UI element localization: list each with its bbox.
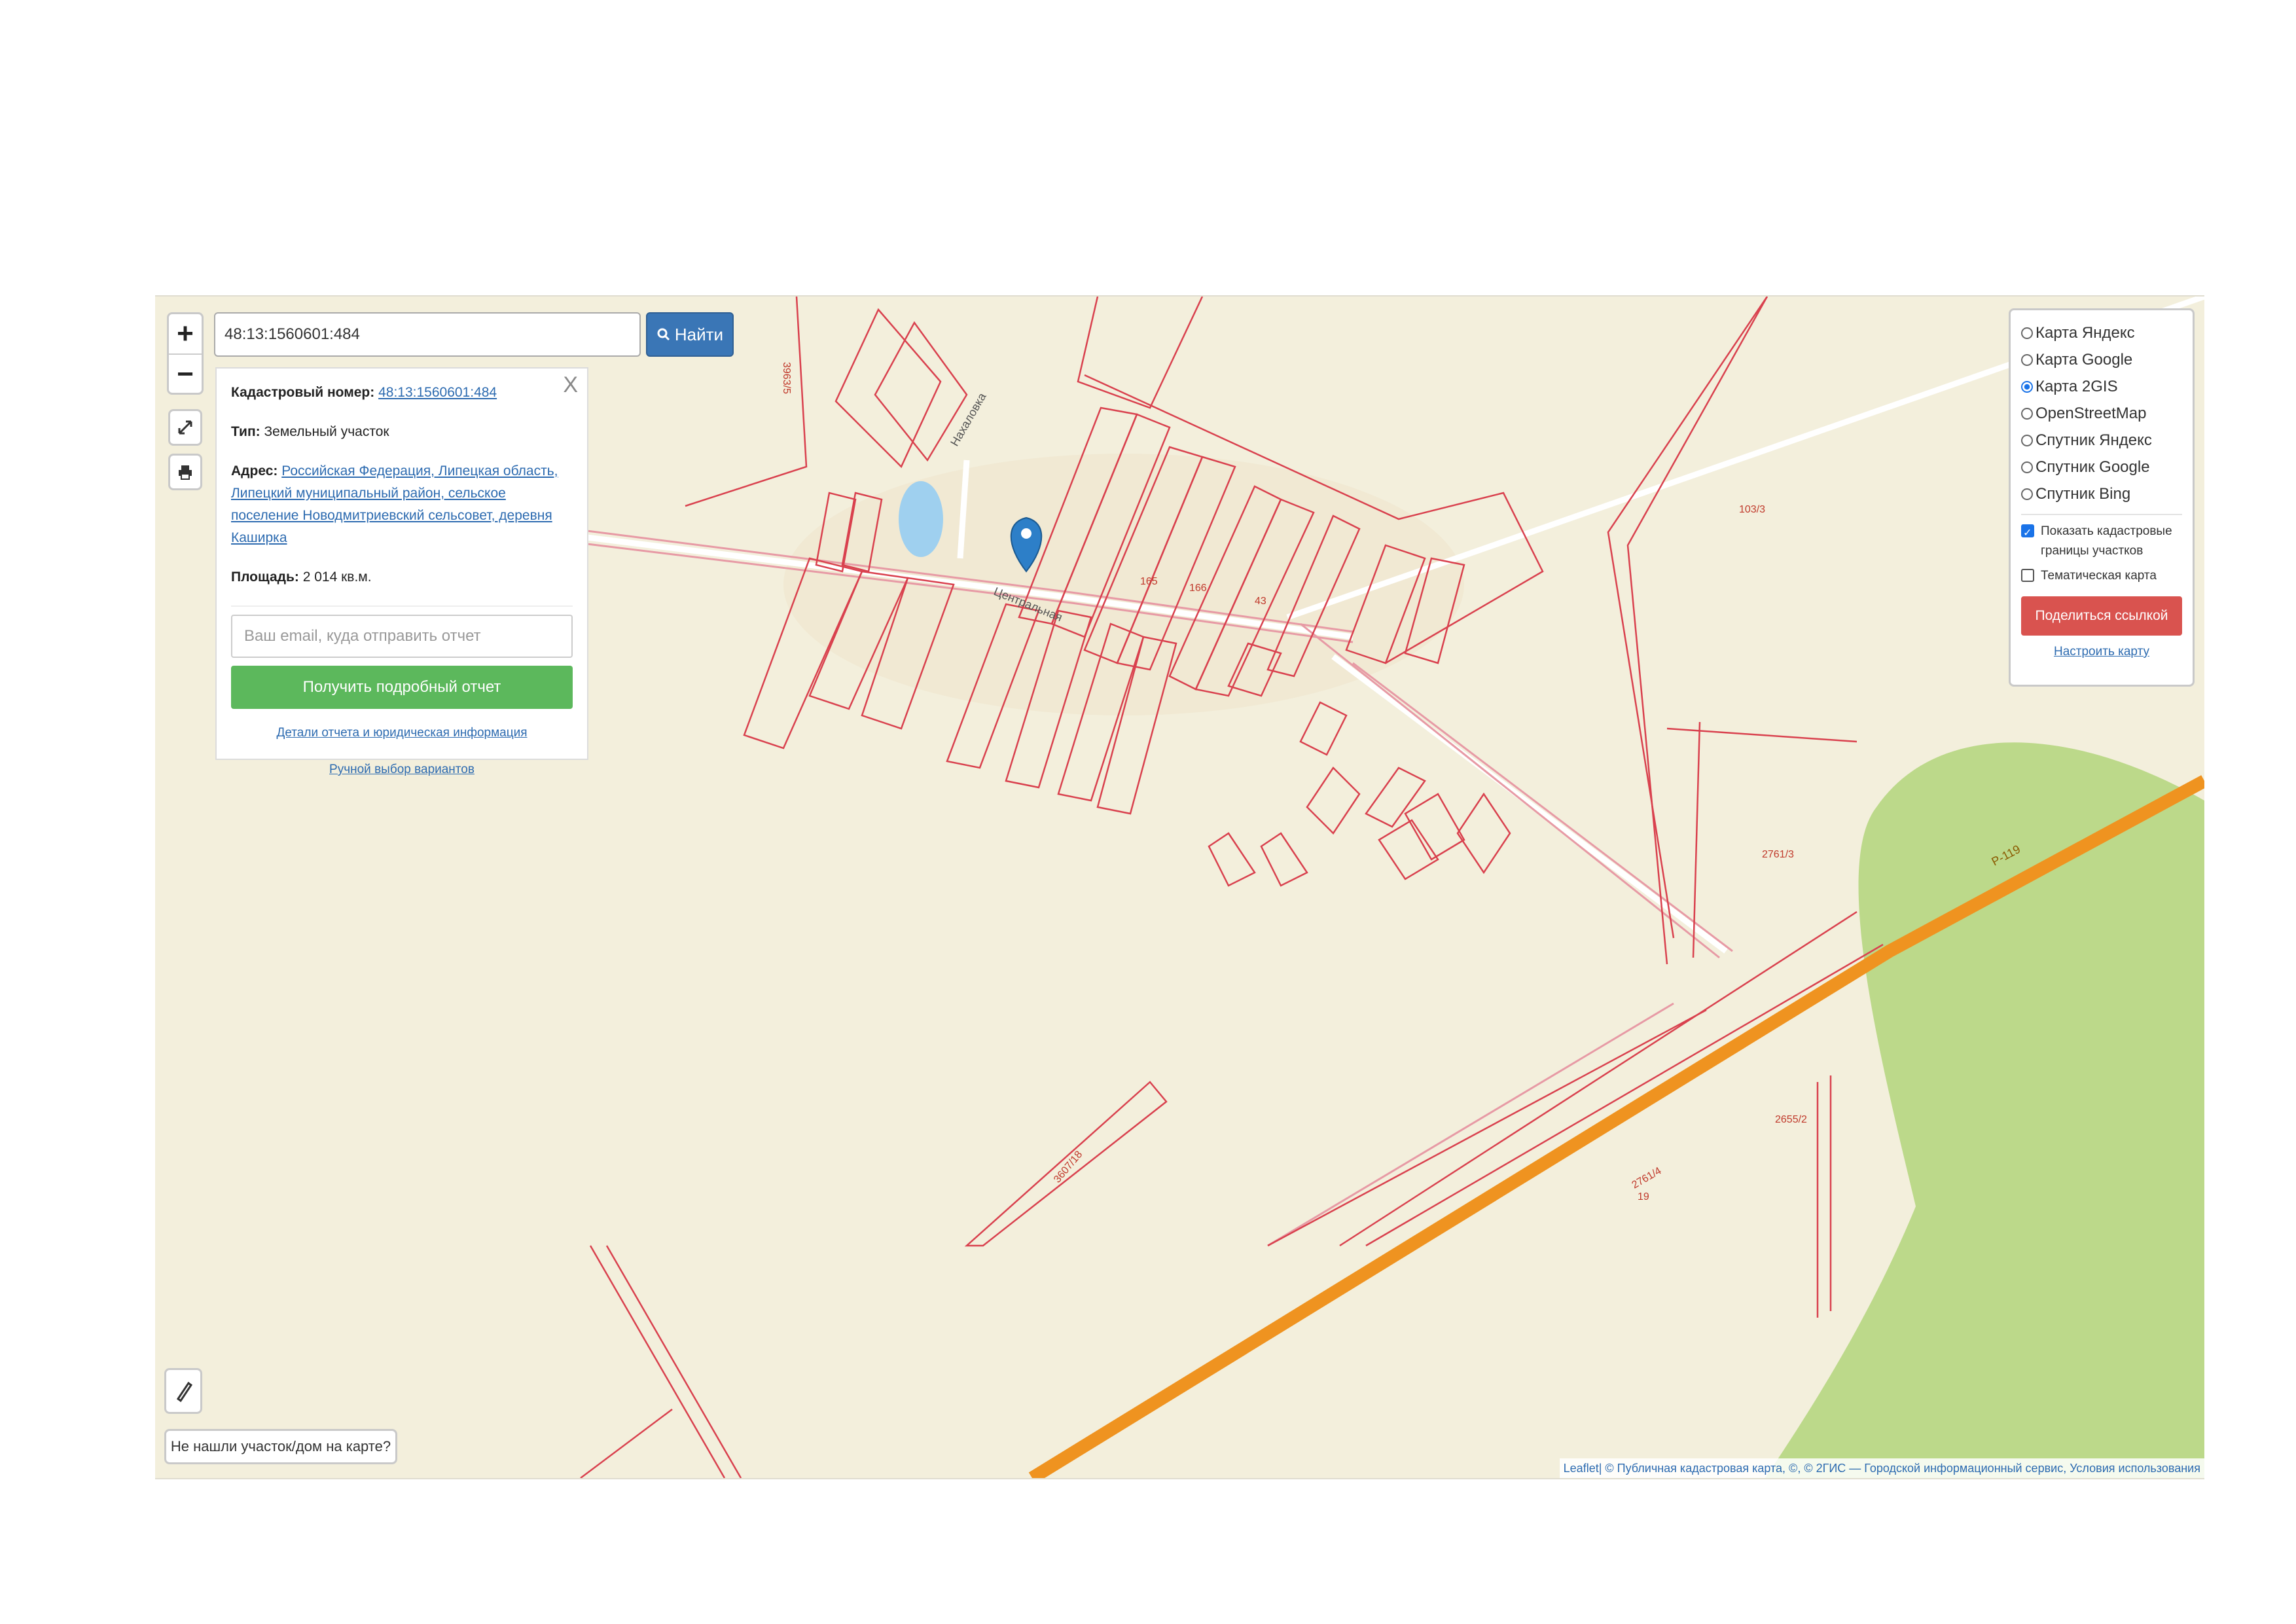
fullscreen-button[interactable] (168, 409, 202, 446)
layer-option-bing-satellite[interactable]: Спутник Bing (2021, 480, 2182, 507)
parcel-label: 2655/2 (1775, 1114, 1807, 1125)
checkbox-label: Тематическая карта (2041, 569, 2157, 583)
zoom-in-button[interactable]: + (169, 314, 202, 353)
printer-icon (179, 465, 192, 480)
address-link[interactable]: Российская Федерация, Липецкая область, … (231, 463, 558, 545)
parcel-label: 19 (1638, 1191, 1649, 1202)
parcel-label: 165 (1140, 576, 1158, 587)
report-details-link: Детали отчета и юридическая информация (231, 726, 573, 740)
attribution-text: | © Публичная кадастровая карта, ©, © 2Г… (1598, 1461, 2200, 1475)
parcel-label: 3963/5 (781, 362, 792, 394)
zoom-control: + − (167, 312, 204, 395)
expand-icon (178, 420, 192, 435)
layer-option-label: Спутник Bing (2036, 484, 2131, 503)
print-button[interactable] (168, 454, 202, 490)
layer-switcher: Карта Яндекс Карта Google Карта 2GIS Ope… (2009, 308, 2195, 687)
radio-selected-icon (2021, 380, 2033, 393)
street-label: Нахаловка (948, 390, 989, 448)
checkbox-checked-icon (2021, 524, 2034, 543)
parcel-label: 43 (1255, 596, 1266, 607)
close-icon[interactable]: X (563, 372, 578, 398)
configure-map-link[interactable]: Настроить карту (2021, 645, 2182, 659)
layer-option-2gis-map[interactable]: Карта 2GIS (2021, 373, 2182, 400)
search-icon (657, 328, 670, 341)
not-found-button[interactable]: Не нашли участок/дом на карте? (164, 1429, 397, 1464)
map-attribution: Leaflet | © Публичная кадастровая карта,… (1559, 1458, 2204, 1478)
radio-icon (2021, 407, 2033, 420)
divider (231, 605, 573, 607)
type-row: Тип: Земельный участок (231, 421, 573, 443)
manual-selection-link-text[interactable]: Ручной выбор вариантов (329, 763, 475, 776)
area-label: Площадь: (231, 569, 299, 585)
parcel-label: 166 (1189, 583, 1207, 594)
layer-option-label: Спутник Google (2036, 458, 2150, 476)
layer-option-google-map[interactable]: Карта Google (2021, 346, 2182, 373)
show-borders-checkbox[interactable]: Показать кадастровые границы участков (2021, 522, 2182, 561)
ruler-icon (176, 1381, 193, 1403)
type-value: Земельный участок (264, 424, 389, 439)
parcel-label: 103/3 (1739, 504, 1765, 515)
checkbox-label: Показать кадастровые границы участков (2041, 524, 2172, 558)
address-row: Адрес: Российская Федерация, Липецкая об… (231, 460, 573, 549)
email-input[interactable]: Ваш email, куда отправить отчет (231, 615, 573, 658)
parcel-info-popup: X Кадастровый номер: 48:13:1560601:484 Т… (215, 367, 588, 776)
cadastral-number-label: Кадастровый номер: (231, 385, 375, 400)
parcel-label: 2761/4 (1630, 1165, 1664, 1191)
leaflet-link[interactable]: Leaflet (1564, 1462, 1599, 1475)
layer-option-label: Карта Google (2036, 350, 2133, 369)
share-link-button[interactable]: Поделиться ссылкой (2021, 596, 2182, 636)
layer-option-label: OpenStreetMap (2036, 404, 2147, 422)
layer-option-yandex-satellite[interactable]: Спутник Яндекс (2021, 427, 2182, 454)
type-label: Тип: (231, 424, 260, 439)
cadastral-number-link[interactable]: 48:13:1560601:484 (378, 385, 497, 400)
zoom-out-button[interactable]: − (169, 353, 202, 394)
area-value: 2 014 кв.м. (302, 569, 372, 585)
radio-icon (2021, 434, 2033, 446)
radio-icon (2021, 461, 2033, 473)
manual-selection-link: Ручной выбор вариантов (231, 763, 573, 777)
address-label: Адрес: (231, 463, 278, 478)
cadastral-number-row: Кадастровый номер: 48:13:1560601:484 (231, 382, 573, 404)
divider (2021, 514, 2182, 515)
parcel-label: 2761/3 (1762, 849, 1794, 860)
checkbox-icon (2021, 569, 2034, 582)
layer-option-yandex-map[interactable]: Карта Яндекс (2021, 319, 2182, 346)
search-input[interactable]: 48:13:1560601:484 (214, 312, 641, 357)
measure-button[interactable] (164, 1368, 202, 1414)
pond (899, 481, 943, 557)
search-button[interactable]: Найти (646, 312, 734, 357)
radio-icon (2021, 488, 2033, 500)
thematic-map-checkbox[interactable]: Тематическая карта (2021, 566, 2182, 586)
area-row: Площадь: 2 014 кв.м. (231, 566, 573, 588)
radio-icon (2021, 353, 2033, 366)
layer-option-google-satellite[interactable]: Спутник Google (2021, 454, 2182, 480)
search-button-label: Найти (674, 324, 724, 344)
radio-icon (2021, 327, 2033, 339)
map-view[interactable]: 103/3 2761/3 2655/2 2761/4 3607/18 19 39… (155, 295, 2204, 1479)
cadastral-boundaries (580, 297, 1884, 1478)
report-details-link-text[interactable]: Детали отчета и юридическая информация (277, 726, 528, 740)
get-report-button[interactable]: Получить подробный отчет (231, 666, 573, 709)
layer-option-label: Спутник Яндекс (2036, 431, 2152, 449)
layer-option-label: Карта Яндекс (2036, 323, 2135, 342)
layer-option-label: Карта 2GIS (2036, 377, 2118, 395)
layer-option-osm[interactable]: OpenStreetMap (2021, 400, 2182, 427)
